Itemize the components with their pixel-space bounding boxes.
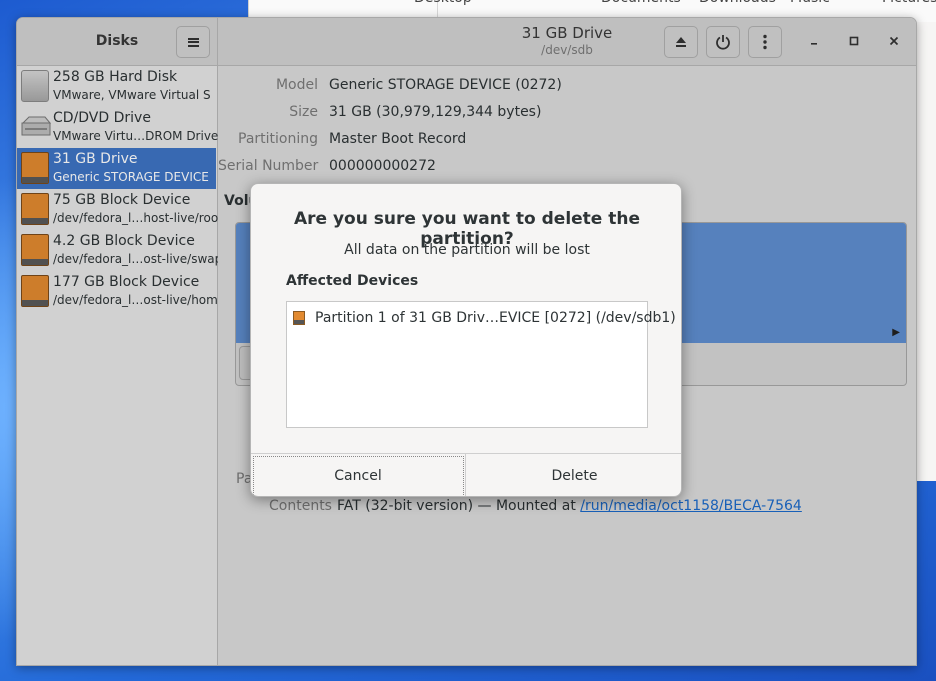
- background-folder-label: Desktop: [414, 0, 472, 6]
- background-folder-label: Documents: [601, 0, 681, 6]
- affected-devices-list: Partition 1 of 31 GB Driv…EVICE [0272] (…: [286, 301, 676, 428]
- background-folder-label: Pictures: [882, 0, 936, 6]
- delete-button[interactable]: Delete: [467, 454, 681, 496]
- background-folder-label: Downloads: [699, 0, 776, 6]
- affected-device-label: Partition 1 of 31 GB Driv…EVICE [0272] (…: [315, 310, 676, 326]
- dialog-buttons: Cancel Delete: [251, 453, 681, 496]
- background-folder-label: Music: [790, 0, 830, 6]
- delete-partition-dialog: Are you sure you want to delete the part…: [250, 183, 682, 497]
- cancel-button[interactable]: Cancel: [251, 454, 466, 496]
- background-file-manager-edge: [915, 22, 936, 481]
- partition-icon: [293, 311, 305, 325]
- dialog-subtitle: All data on the partition will be lost: [344, 242, 590, 258]
- affected-devices-heading: Affected Devices: [286, 273, 419, 289]
